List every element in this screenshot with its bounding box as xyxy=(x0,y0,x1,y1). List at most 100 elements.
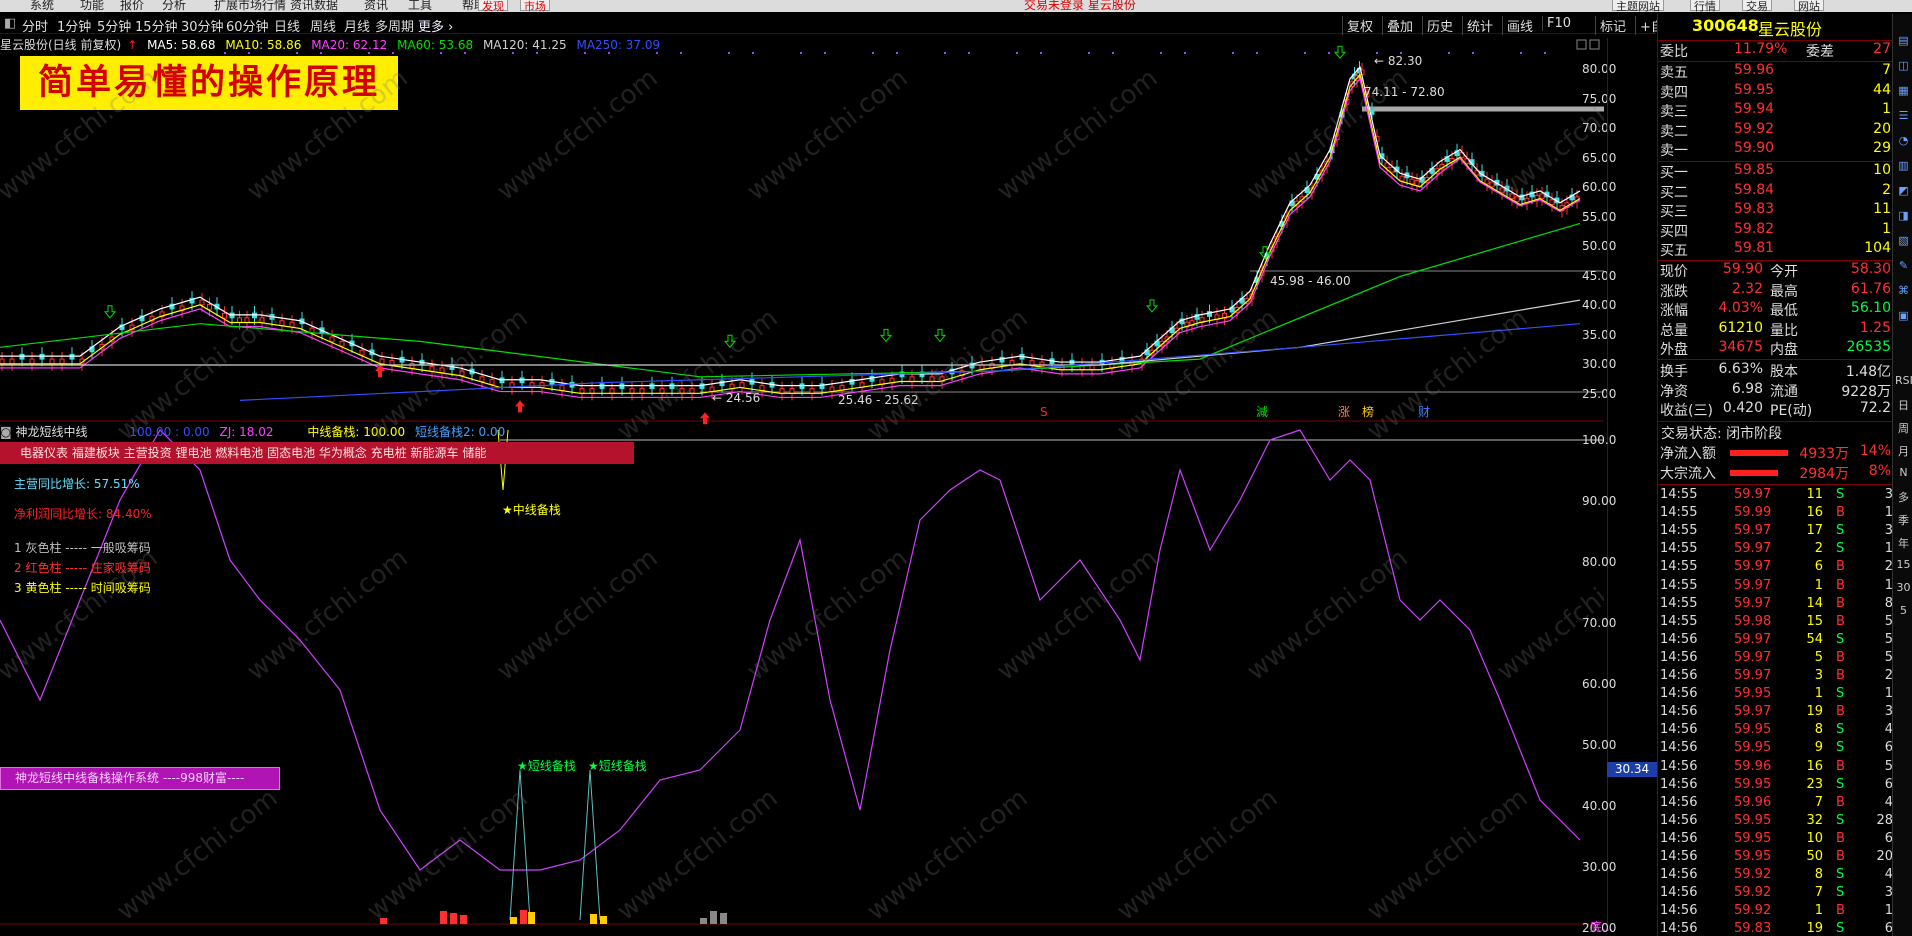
stat-row: 净资 6.98 流通 9228万 xyxy=(1658,381,1893,400)
stat-label: 涨幅 xyxy=(1660,303,1688,320)
top-right-button[interactable]: 行情 xyxy=(1690,0,1720,12)
order-ratio-row: 委比 11.79% 委差 27 xyxy=(1658,41,1893,60)
sidebar-tool-icon[interactable]: ▧ xyxy=(1895,234,1912,247)
trade-volume: 8 xyxy=(1814,722,1823,738)
top-right-button[interactable]: 主题网站 xyxy=(1612,0,1664,12)
sidebar-tool-icon[interactable]: ✎ xyxy=(1895,259,1912,272)
trade-side: S xyxy=(1836,722,1845,738)
watermark: www.cfchi.com xyxy=(241,63,414,207)
order-diff-label: 委差 xyxy=(1806,44,1834,60)
sidebar-tool-icon[interactable]: ▦ xyxy=(1895,84,1912,97)
trade-price: 59.98 xyxy=(1734,613,1772,629)
trade-count: 28 xyxy=(1876,812,1893,828)
sidebar-tab[interactable]: 多 xyxy=(1895,489,1912,505)
sidebar-tab[interactable]: 年 xyxy=(1895,535,1912,551)
watermark: www.cfchi.com xyxy=(1241,543,1414,687)
top-right-button[interactable]: 交易 xyxy=(1742,0,1772,12)
sidebar-tool-icon[interactable]: ▥ xyxy=(1895,159,1912,172)
quote-panel: 300648 星云股份 委比 11.79% 委差 27 卖五 59.96 7 卖四 59… xyxy=(1657,14,1893,936)
sidebar-tab[interactable]: 周 xyxy=(1895,420,1912,436)
sidebar-tab[interactable]: N xyxy=(1895,466,1912,479)
sidebar-tool-icon[interactable]: ◫ xyxy=(1895,59,1912,72)
stat-value: 61.76 xyxy=(1850,280,1891,297)
trade-price: 59.97 xyxy=(1734,541,1772,557)
trade-row: 14:55 59.97 6 B 2 xyxy=(1658,559,1893,577)
watermark: www.cfchi.com xyxy=(1111,783,1284,927)
axis-divider xyxy=(1607,38,1608,928)
trade-price: 59.92 xyxy=(1734,885,1772,901)
bid-row[interactable]: 买一 59.85 10 xyxy=(1658,162,1893,181)
bid-row[interactable]: 买四 59.82 1 xyxy=(1658,221,1893,240)
trade-price: 59.97 xyxy=(1734,631,1772,647)
watermark: www.cfchi.com xyxy=(361,783,534,927)
stat-label: 最低 xyxy=(1770,303,1798,320)
flow-value: 4933万 xyxy=(1799,446,1849,462)
stat-value: 1.48亿 xyxy=(1845,364,1891,380)
stat-value: 1.25 xyxy=(1859,319,1891,336)
sidebar-tab[interactable]: 季 xyxy=(1895,512,1912,528)
bid-row[interactable]: 买三 59.83 11 xyxy=(1658,201,1893,220)
stat-value: 61210 xyxy=(1718,319,1763,336)
trade-time: 14:56 xyxy=(1660,686,1698,702)
sidebar-tool-icon[interactable]: ▤ xyxy=(1895,34,1912,47)
ask-row[interactable]: 卖三 59.94 1 xyxy=(1658,101,1893,120)
trade-row: 14:55 59.97 14 B 8 xyxy=(1658,596,1893,614)
sidebar-tab[interactable]: 月 xyxy=(1895,443,1912,459)
level-label: 买一 xyxy=(1660,165,1688,181)
trade-time: 14:56 xyxy=(1660,758,1698,774)
bid-row[interactable]: 买二 59.84 2 xyxy=(1658,182,1893,201)
trade-side: B xyxy=(1836,830,1845,846)
trade-side: B xyxy=(1836,758,1845,774)
trade-volume: 50 xyxy=(1806,849,1823,864)
sidebar-tool-icon[interactable]: ▣ xyxy=(1895,309,1912,322)
trade-count: 20 xyxy=(1876,849,1893,864)
trade-volume: 8 xyxy=(1814,867,1823,883)
trade-price: 59.97 xyxy=(1734,559,1772,575)
order-diff-value: 27 xyxy=(1873,41,1891,57)
sidebar-tool-icon[interactable]: ☰ xyxy=(1895,109,1912,122)
ask-row[interactable]: 卖五 59.96 7 xyxy=(1658,62,1893,81)
indicator-value-tag: 30.34 xyxy=(1607,762,1657,777)
sidebar-tab[interactable]: 5 xyxy=(1895,604,1912,617)
sidebar-tool-icon[interactable]: ◨ xyxy=(1895,209,1912,222)
ask-row[interactable]: 卖二 59.92 20 xyxy=(1658,121,1893,140)
trade-side: B xyxy=(1836,595,1845,611)
trade-row: 14:56 59.95 10 B 6 xyxy=(1658,831,1893,849)
sidebar-tab[interactable]: 日 xyxy=(1895,397,1912,413)
watermark: www.cfchi.com xyxy=(611,303,784,447)
trade-row: 14:56 59.95 50 B 20 xyxy=(1658,849,1893,867)
sidebar-tab[interactable]: 30 xyxy=(1895,581,1912,594)
trade-volume: 16 xyxy=(1806,758,1823,774)
top-right-button[interactable]: 网站 xyxy=(1794,0,1824,12)
ask-row[interactable]: 卖四 59.95 44 xyxy=(1658,82,1893,101)
trade-row: 14:55 59.97 11 S 3 xyxy=(1658,487,1893,505)
trade-price: 59.96 xyxy=(1734,794,1772,810)
sidebar-tool-icon[interactable]: ⌘ xyxy=(1895,284,1912,297)
trade-price: 59.97 xyxy=(1734,649,1772,665)
trade-side: B xyxy=(1836,613,1845,629)
watermark: www.cfchi.com xyxy=(491,543,664,687)
watermark: www.cfchi.com xyxy=(1241,63,1414,207)
stat-value: 72.2 xyxy=(1859,400,1891,417)
stat-label: 股本 xyxy=(1770,364,1798,380)
trade-volume: 19 xyxy=(1806,704,1823,720)
watermark: www.cfchi.com xyxy=(741,63,914,207)
sidebar-tab[interactable]: 15 xyxy=(1895,558,1912,571)
level-price: 59.90 xyxy=(1734,140,1775,157)
sidebar-tool-icon[interactable]: ◩ xyxy=(1895,184,1912,197)
order-ratio-value: 11.79% xyxy=(1734,41,1788,57)
stock-name: 星云股份 xyxy=(1758,20,1823,39)
ask-row[interactable]: 卖一 59.90 29 xyxy=(1658,140,1893,159)
sidebar-tool-icon[interactable]: ◔ xyxy=(1895,134,1912,147)
trade-price: 59.97 xyxy=(1734,704,1772,720)
stat-label: 总量 xyxy=(1660,322,1688,339)
level-label: 买五 xyxy=(1660,243,1688,260)
watermark: www.cfchi.com xyxy=(1361,303,1534,447)
sidebar-tab[interactable]: RSI xyxy=(1895,374,1912,387)
trade-side: B xyxy=(1836,794,1845,810)
bid-row[interactable]: 买五 59.81 104 xyxy=(1658,240,1893,259)
stat-row: 现价 59.90 今开 58.30 xyxy=(1658,261,1893,280)
trade-side: S xyxy=(1836,631,1845,647)
trade-time: 14:56 xyxy=(1660,867,1698,883)
trade-side: S xyxy=(1836,740,1845,756)
